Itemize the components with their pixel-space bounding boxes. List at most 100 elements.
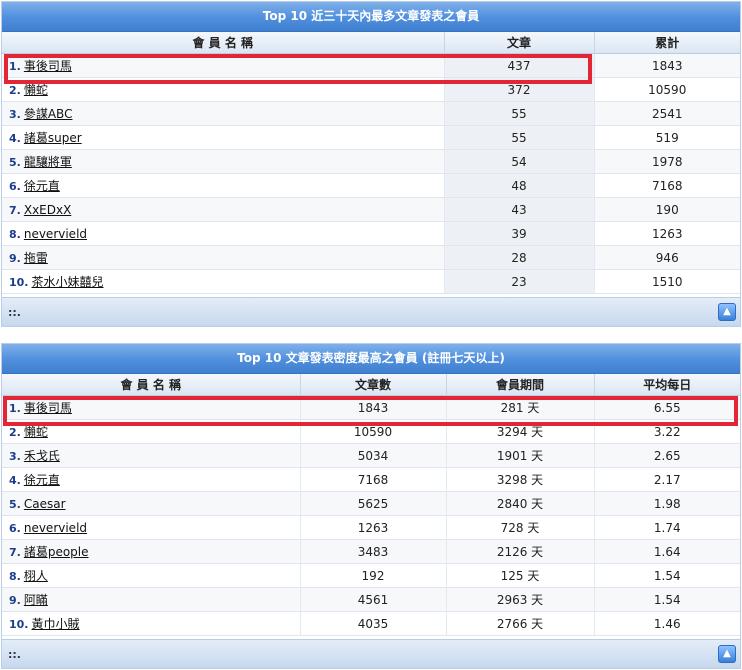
rank-number: 9. (9, 594, 21, 607)
value-cell: 5034 (300, 443, 447, 468)
table-row: 10. 黃巾小賊 4035 2766 天 1.46 (2, 611, 740, 636)
value-cell: 5625 (300, 491, 447, 516)
member-cell: 6. 徐元直 (2, 173, 445, 198)
value-cell: 6.55 (594, 395, 740, 420)
value-cell: 10590 (594, 77, 740, 102)
value-cell: 7168 (594, 173, 740, 198)
value-cell: 1.74 (594, 515, 740, 540)
member-name-link[interactable]: 事後司馬 (24, 401, 72, 415)
value-cell: 28 (444, 245, 595, 270)
rank-number: 5. (9, 497, 21, 511)
rank-number: 8. (9, 227, 21, 241)
member-name-link[interactable]: 懶蛇 (24, 425, 48, 439)
member-cell: 1. 事後司馬 (2, 395, 301, 420)
top-posters-30-days-panel: Top 10 近三十天內最多文章發表之會員 會 員 名 稱 文章 累計 1. 事後… (1, 1, 741, 327)
table-row: 9. 拖雷 28 946 (2, 245, 740, 270)
panel-title: Top 10 文章發表密度最高之會員 (註冊七天以上) (2, 344, 740, 374)
member-name-link[interactable]: 諸葛super (24, 131, 82, 145)
value-cell: 2963 天 (446, 587, 595, 612)
value-cell: 4035 (300, 611, 447, 636)
member-cell: 5. Caesar (2, 491, 301, 516)
value-cell: 192 (300, 563, 447, 588)
member-name-link[interactable]: 徐元直 (24, 473, 60, 487)
member-name-link[interactable]: 黃巾小賊 (32, 617, 80, 631)
table-row: 2. 懶蛇 10590 3294 天 3.22 (2, 419, 740, 444)
top-density-posters-panel: Top 10 文章發表密度最高之會員 (註冊七天以上) 會 員 名 稱 文章數 … (1, 343, 741, 669)
value-cell: 1843 (594, 53, 740, 78)
member-cell: 7. XxEDxX (2, 197, 445, 222)
member-cell: 9. 拖雷 (2, 245, 445, 270)
arrow-up-icon: ▲ (723, 648, 731, 659)
top-density-table: 會 員 名 稱 文章數 會員期間 平均每日 1. 事後司馬 1843 281 天 6.5… (2, 374, 740, 636)
member-cell: 10. 茶水小妹囍兒 (2, 269, 445, 294)
rank-number: 3. (9, 450, 21, 463)
member-cell: 3. 參謀ABC (2, 101, 445, 126)
table-row: 10. 茶水小妹囍兒 23 1510 (2, 269, 740, 294)
table-row: 9. 阿瞞 4561 2963 天 1.54 (2, 587, 740, 612)
member-cell: 6. nevervield (2, 515, 301, 540)
member-name-link[interactable]: 諸葛people (24, 545, 89, 559)
value-cell: 3.22 (594, 419, 740, 444)
column-header-post-count: 文章數 (300, 374, 447, 396)
table-header-row: 會 員 名 稱 文章 累計 (2, 32, 740, 54)
value-cell: 1.54 (594, 587, 740, 612)
member-name-link[interactable]: 懶蛇 (24, 83, 48, 97)
value-cell: 1.46 (594, 611, 740, 636)
member-name-link[interactable]: 龍驤將軍 (24, 155, 72, 169)
rank-number: 2. (9, 84, 21, 97)
member-cell: 2. 懶蛇 (2, 419, 301, 444)
table-row: 8. nevervield 39 1263 (2, 221, 740, 246)
value-cell: 946 (594, 245, 740, 270)
value-cell: 3298 天 (446, 467, 595, 492)
scroll-top-button[interactable]: ▲ (718, 303, 736, 321)
rank-number: 8. (9, 570, 21, 583)
member-name-link[interactable]: 拖雷 (24, 251, 48, 265)
member-name-link[interactable]: 栩人 (24, 569, 48, 583)
value-cell: 2541 (594, 101, 740, 126)
table-row: 6. 徐元直 48 7168 (2, 173, 740, 198)
value-cell: 437 (444, 53, 595, 78)
member-name-link[interactable]: 禾戈氏 (24, 449, 60, 463)
rank-number: 4. (9, 474, 21, 487)
table-row: 1. 事後司馬 1843 281 天 6.55 (2, 395, 740, 420)
scroll-top-button[interactable]: ▲ (718, 645, 736, 663)
value-cell: 55 (444, 101, 595, 126)
table-header-row: 會 員 名 稱 文章數 會員期間 平均每日 (2, 374, 740, 396)
rank-number: 9. (9, 252, 21, 265)
column-header-membership-period: 會員期間 (446, 374, 595, 396)
member-cell: 1. 事後司馬 (2, 53, 445, 78)
rank-number: 7. (9, 203, 21, 217)
panel-footer: ::. ▲ (2, 639, 740, 668)
rank-number: 3. (9, 108, 21, 121)
table-row: 5. 龍驤將軍 54 1978 (2, 149, 740, 174)
member-name-link[interactable]: 徐元直 (24, 179, 60, 193)
member-name-link[interactable]: 參謀ABC (24, 107, 73, 121)
table-row: 8. 栩人 192 125 天 1.54 (2, 563, 740, 588)
value-cell: 55 (444, 125, 595, 150)
member-name-link[interactable]: XxEDxX (24, 203, 71, 217)
value-cell: 54 (444, 149, 595, 174)
value-cell: 1901 天 (446, 443, 595, 468)
table-row: 7. XxEDxX 43 190 (2, 197, 740, 222)
value-cell: 1.54 (594, 563, 740, 588)
rank-number: 10. (9, 618, 29, 631)
member-name-link[interactable]: 事後司馬 (24, 59, 72, 73)
value-cell: 39 (444, 221, 595, 246)
value-cell: 3483 (300, 539, 447, 564)
rank-number: 6. (9, 521, 21, 535)
column-header-daily-average: 平均每日 (594, 374, 740, 396)
rank-number: 1. (9, 402, 21, 415)
member-name-link[interactable]: nevervield (24, 521, 87, 535)
rank-number: 10. (9, 276, 29, 289)
rank-number: 7. (9, 546, 21, 559)
member-name-link[interactable]: 阿瞞 (24, 593, 48, 607)
footer-dots: ::. (8, 306, 21, 319)
member-name-link[interactable]: 茶水小妹囍兒 (32, 275, 104, 289)
value-cell: 281 天 (446, 395, 595, 420)
member-name-link[interactable]: nevervield (24, 227, 87, 241)
column-header-member-name: 會 員 名 稱 (2, 32, 445, 54)
value-cell: 1263 (300, 515, 447, 540)
value-cell: 519 (594, 125, 740, 150)
table-row: 7. 諸葛people 3483 2126 天 1.64 (2, 539, 740, 564)
member-name-link[interactable]: Caesar (24, 497, 66, 511)
